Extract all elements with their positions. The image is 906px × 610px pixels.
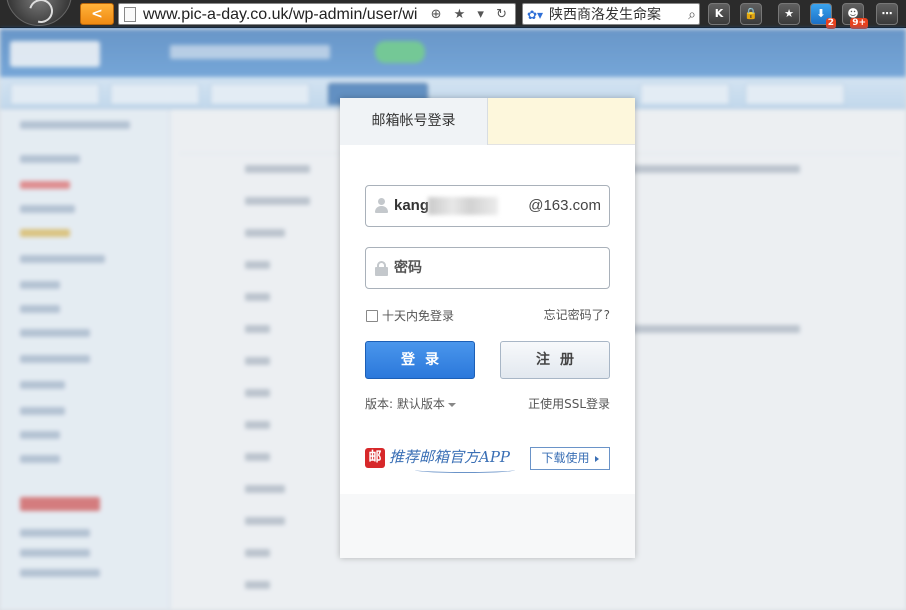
lock-icon[interactable]: 🔒	[740, 3, 762, 25]
app-promo-text: 推荐邮箱官方APP	[389, 448, 511, 466]
download-label[interactable]: 下载使用	[541, 451, 589, 465]
version-selector[interactable]: 版本: 默认版本	[365, 397, 456, 412]
login-button[interactable]: 登录	[365, 341, 475, 379]
k-icon[interactable]: K	[708, 3, 730, 25]
password-lock-icon	[375, 261, 388, 276]
login-dialog: 邮箱帐号登录 kang @163.com 密码 十天内免登录 忘记密码了? 登录…	[340, 98, 635, 558]
star-icon[interactable]: ★	[778, 3, 800, 25]
redacted-username	[428, 197, 498, 215]
game-badge: 9+	[850, 18, 868, 29]
domain-suffix: @163.com	[528, 197, 601, 214]
url-text[interactable]: www.pic-a-day.co.uk/wp-admin/user/wi	[143, 5, 433, 25]
back-button[interactable]: <	[80, 3, 114, 25]
app-promo: 邮 推荐邮箱官方APP 下载使用	[365, 445, 610, 473]
password-placeholder[interactable]: 密码	[394, 259, 422, 278]
search-icon[interactable]: ⌕	[688, 5, 696, 25]
address-bar[interactable]: www.pic-a-day.co.uk/wp-admin/user/wi ⊕ ★…	[118, 3, 516, 25]
user-icon	[374, 198, 388, 214]
baidu-paw-icon[interactable]: ✿▾	[527, 6, 543, 24]
username-value[interactable]: kang	[394, 197, 429, 215]
register-button[interactable]: 注册	[500, 341, 610, 379]
download-app-button[interactable]: 下载使用	[530, 447, 610, 470]
search-input[interactable]: 陕西商洛发生命案	[549, 5, 675, 25]
dialog-footer	[340, 494, 635, 558]
ssl-login-link[interactable]: 正使用SSL登录	[528, 397, 610, 412]
download-badge: 2	[825, 18, 836, 29]
address-bar-action-icons[interactable]: ⊕ ★ ▾ ↻	[431, 5, 511, 25]
remember-checkbox[interactable]	[366, 310, 378, 322]
game-icon[interactable]: ☻ 9+	[842, 3, 868, 29]
forgot-password-link[interactable]: 忘记密码了?	[544, 308, 610, 323]
remember-label[interactable]: 十天内免登录	[382, 309, 454, 324]
mail-logo-icon: 邮	[365, 448, 385, 468]
play-arrow-icon	[594, 455, 599, 462]
password-field[interactable]: 密码	[365, 247, 610, 289]
browser-menu-orb-icon[interactable]	[6, 0, 72, 26]
download-icon[interactable]: ⬇ 2	[810, 3, 836, 29]
chevron-down-icon[interactable]	[447, 402, 456, 407]
tab-email-account-login[interactable]: 邮箱帐号登录	[340, 98, 488, 145]
page-icon	[124, 7, 136, 22]
login-tabs: 邮箱帐号登录	[340, 98, 635, 145]
username-field[interactable]: kang @163.com	[365, 185, 610, 227]
promo-underline	[415, 467, 515, 473]
more-icon[interactable]: ⋯	[876, 3, 898, 25]
browser-toolbar: < www.pic-a-day.co.uk/wp-admin/user/wi ⊕…	[0, 0, 906, 29]
back-arrow-icon: <	[91, 6, 103, 22]
search-box[interactable]: ✿▾ 陕西商洛发生命案 ⌕	[522, 3, 700, 25]
version-label[interactable]: 版本: 默认版本	[365, 397, 445, 411]
